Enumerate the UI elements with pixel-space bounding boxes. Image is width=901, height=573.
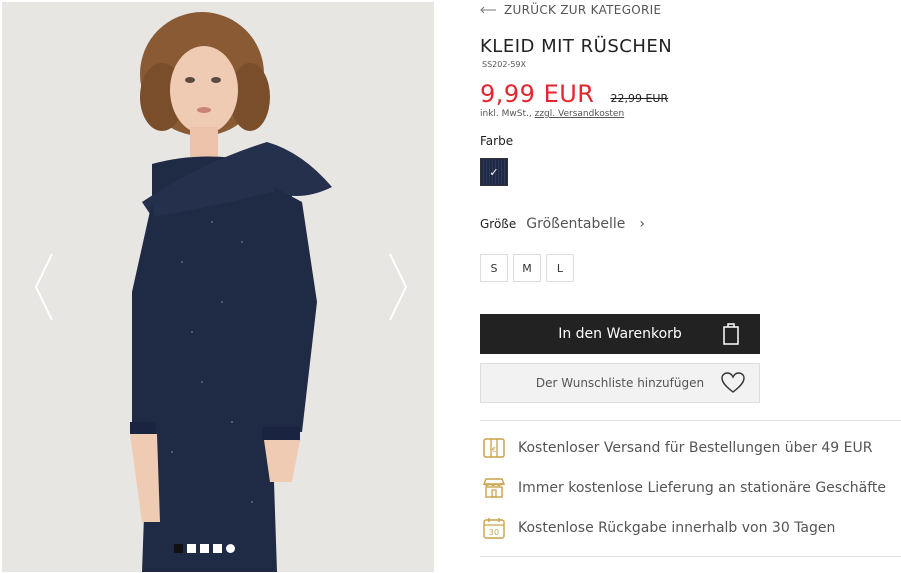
benefit-free-shipping: € Kostenloser Versand für Bestellungen ü… [482,436,872,460]
back-link-label: ZURÜCK ZUR KATEGORIE [504,3,662,17]
benefit-store-delivery: Immer kostenlose Lieferung an stationäre… [482,476,886,500]
size-option-s[interactable]: S [480,254,508,282]
arrow-left-icon [480,6,496,14]
benefit-text: Immer kostenlose Lieferung an stationäre… [518,480,887,496]
wishlist-label: Der Wunschliste hinzufügen [535,376,705,390]
product-gallery [2,2,434,572]
gallery-next-arrow[interactable] [386,252,410,322]
size-row: Größe Größentabelle › [480,216,645,232]
gallery-dot[interactable] [174,544,183,553]
checkmark-icon: ✓ [489,165,499,179]
gallery-dot[interactable] [187,544,196,553]
size-label: Größe [480,217,517,231]
tax-text: inkl. MwSt., [480,109,532,119]
svg-text:30: 30 [489,528,499,537]
size-option-m[interactable]: M [513,254,541,282]
product-title: KLEID MIT RÜSCHEN [480,36,673,57]
benefit-text: Kostenlose Rückgabe innerhalb von 30 Tag… [518,520,836,536]
heart-icon [721,372,745,393]
old-price: 22,99 EUR [610,92,669,105]
size-chart-link[interactable]: Größentabelle [526,216,625,232]
svg-text:€: € [492,446,496,454]
chevron-right-icon[interactable]: › [639,216,645,232]
gallery-prev-arrow[interactable] [32,252,56,322]
product-photo [2,2,434,572]
size-options: S M L [480,254,574,282]
gallery-dot[interactable] [213,544,222,553]
calendar-30-icon: 30 [483,518,505,539]
benefit-free-returns: 30 Kostenlose Rückgabe innerhalb von 30 … [482,516,835,540]
color-swatch-selected[interactable]: ✓ [480,158,508,186]
free-shipping-box-icon: € [483,438,505,458]
divider [480,556,901,557]
tax-info: inkl. MwSt., zzgl. Versandkosten [480,109,624,119]
color-label: Farbe [480,134,514,148]
gallery-dot-video[interactable] [226,544,235,553]
add-to-cart-label: In den Warenkorb [558,326,682,342]
gallery-dots [174,544,235,553]
store-icon [482,478,506,498]
shipping-costs-link[interactable]: zzgl. Versandkosten [535,109,625,119]
product-details-panel: ZURÜCK ZUR KATEGORIE KLEID MIT RÜSCHEN S… [480,0,901,573]
shopping-bag-icon [723,323,739,345]
benefit-text: Kostenloser Versand für Bestellungen übe… [518,440,873,456]
gallery-dot[interactable] [200,544,209,553]
back-to-category-link[interactable]: ZURÜCK ZUR KATEGORIE [480,3,661,17]
size-option-l[interactable]: L [546,254,574,282]
price-row: 9,99 EUR 22,99 EUR [480,80,668,108]
divider [480,420,901,421]
current-price: 9,99 EUR [480,80,595,108]
add-to-cart-button[interactable]: In den Warenkorb [480,314,760,354]
product-sku: SS202-59X [482,60,526,69]
add-to-wishlist-button[interactable]: Der Wunschliste hinzufügen [480,363,760,403]
